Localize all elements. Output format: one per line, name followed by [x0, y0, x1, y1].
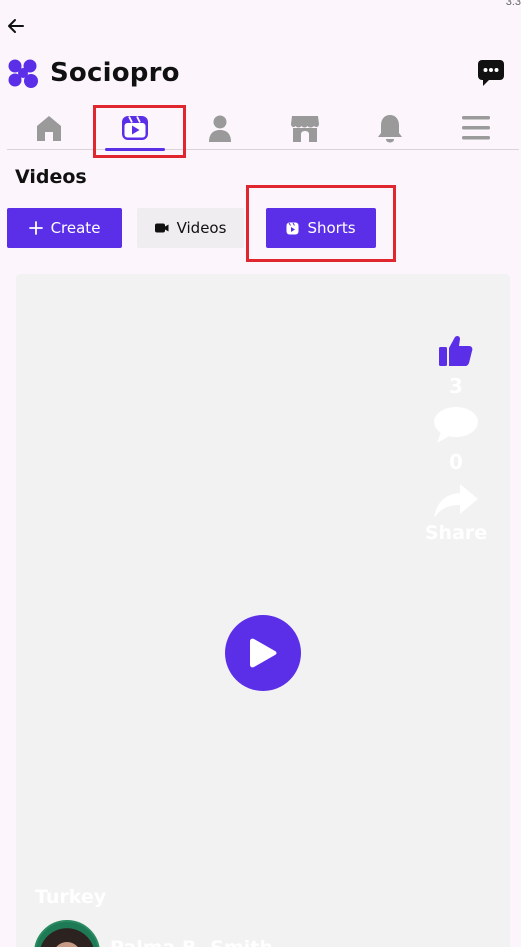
video-card[interactable]: 3 0 Share Turkey Palma B. Smith: [16, 274, 510, 947]
messages-button[interactable]: [477, 58, 505, 88]
video-location: Turkey: [35, 886, 107, 908]
videos-tab-button[interactable]: Videos: [137, 208, 244, 248]
author-avatar[interactable]: [34, 920, 100, 947]
video-camera-icon: [154, 223, 169, 233]
nav-videos[interactable]: [103, 108, 167, 151]
author-name[interactable]: Palma B. Smith: [110, 937, 273, 947]
top-bar: [0, 0, 521, 55]
likes-count: 3: [449, 374, 463, 398]
video-reel-icon: [122, 116, 148, 140]
nav-profile[interactable]: [188, 108, 252, 148]
create-button-label: Create: [50, 219, 101, 237]
brand-name: Sociopro: [50, 58, 180, 88]
comment-bubble-icon[interactable]: [433, 406, 479, 444]
videos-tab-label: Videos: [176, 219, 227, 237]
comments-count: 0: [449, 450, 463, 474]
store-icon: [291, 116, 319, 142]
main-nav: [7, 104, 519, 151]
play-icon: [250, 638, 277, 668]
logo-icon: [8, 59, 38, 88]
video-actions: 3 0 Share: [425, 334, 487, 544]
share-arrow-icon[interactable]: [433, 482, 479, 520]
back-button[interactable]: [4, 14, 28, 38]
nav-marketplace[interactable]: [273, 108, 337, 148]
bell-icon: [378, 115, 402, 143]
share-label[interactable]: Share: [425, 522, 487, 544]
play-button[interactable]: [225, 615, 301, 691]
arrow-left-icon: [8, 19, 24, 33]
video-author[interactable]: Palma B. Smith: [34, 920, 273, 947]
brand[interactable]: Sociopro: [6, 56, 180, 90]
shorts-tab-button[interactable]: Shorts: [266, 208, 376, 248]
create-button[interactable]: Create: [7, 208, 122, 248]
plus-icon: [28, 221, 43, 235]
home-icon: [37, 116, 61, 141]
nav-menu[interactable]: [444, 108, 508, 148]
user-icon: [209, 115, 231, 142]
thumbs-up-icon[interactable]: [438, 334, 474, 368]
shorts-reel-icon: [286, 222, 299, 234]
shorts-tab-label: Shorts: [307, 219, 356, 237]
hamburger-menu-icon: [462, 116, 490, 140]
nav-notifications[interactable]: [358, 108, 422, 148]
nav-home[interactable]: [17, 108, 81, 148]
chat-bubble-icon: [478, 60, 504, 86]
page-title: Videos: [15, 166, 87, 188]
